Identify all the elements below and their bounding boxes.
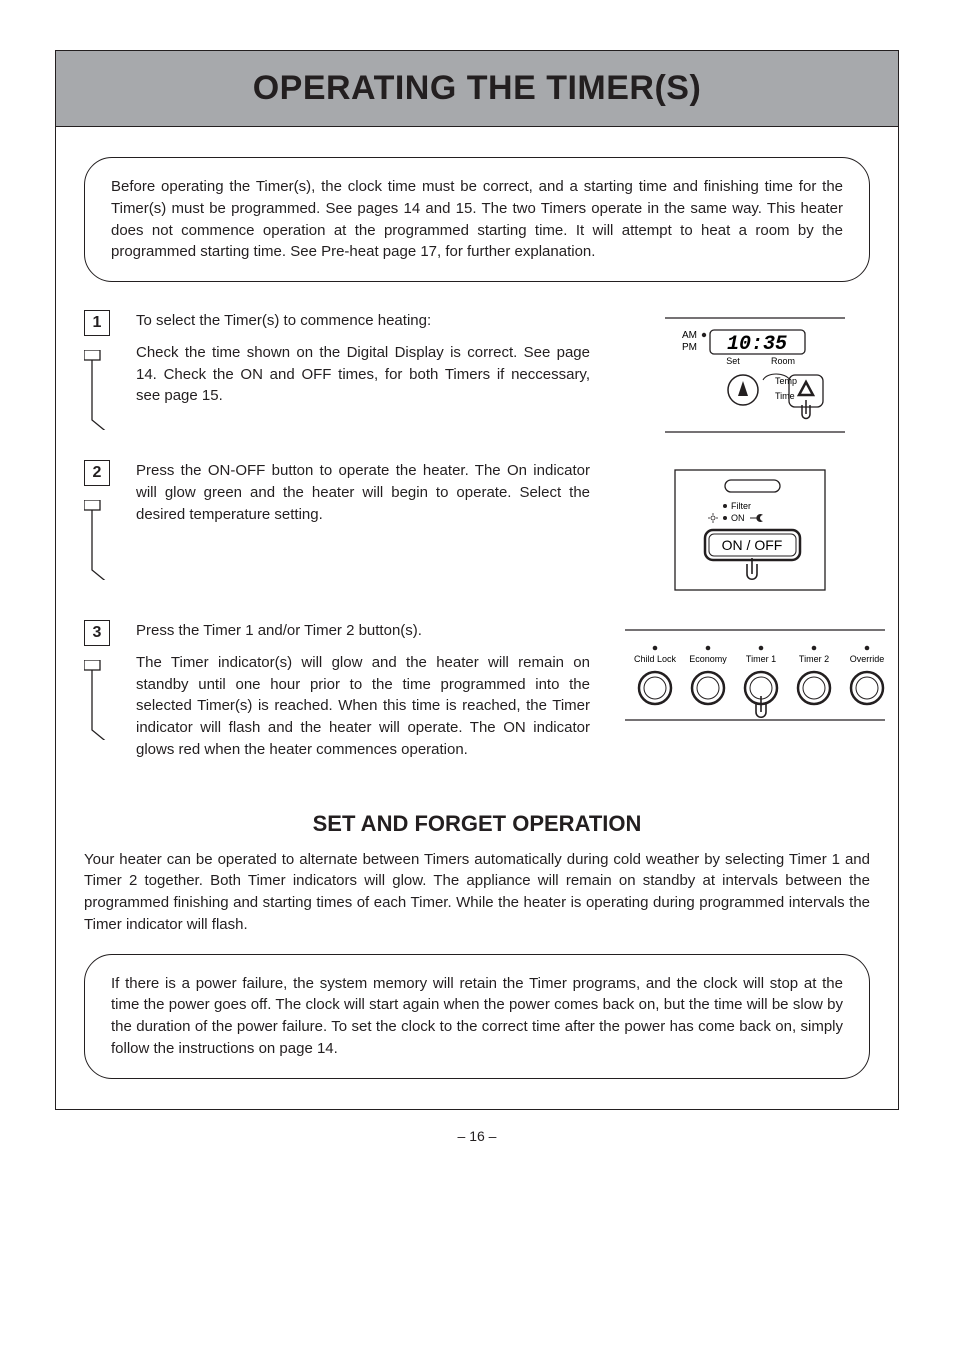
time-value: 10:35 xyxy=(727,333,787,356)
up-arrow-icon xyxy=(799,382,813,395)
hand-pointer-icon xyxy=(802,400,810,419)
set-and-forget-text: Your heater can be operated to alternate… xyxy=(84,849,870,936)
indicator-dot-icon xyxy=(706,646,711,651)
figure-digital-display: AM PM 10:35 Set Room xyxy=(620,310,870,440)
step-1-p2: Check the time shown on the Digital Disp… xyxy=(136,342,590,407)
btn-label-economy: Economy xyxy=(689,654,727,664)
step-text: Press the Timer 1 and/or Timer 2 button(… xyxy=(136,620,590,771)
callout-corner-icon xyxy=(84,500,120,580)
power-failure-text: If there is a power failure, the system … xyxy=(111,975,843,1057)
step-3: 3 Press the Timer 1 and/or Timer 2 butto… xyxy=(84,620,870,785)
moon-icon xyxy=(756,514,763,522)
dial-pointer-icon xyxy=(738,381,748,396)
callout-corner-icon xyxy=(84,350,120,430)
filter-dot-icon xyxy=(723,504,727,508)
content-area: Before operating the Timer(s), the clock… xyxy=(56,127,898,1109)
step-3-p1: Press the Timer 1 and/or Timer 2 button(… xyxy=(136,620,590,642)
btn-label-childlock: Child Lock xyxy=(634,654,677,664)
step-number: 2 xyxy=(84,460,110,486)
step-3-p2: The Timer indicator(s) will glow and the… xyxy=(136,652,590,761)
indicator-dot-icon xyxy=(759,646,764,651)
room-label: Room xyxy=(771,356,795,366)
page-title: OPERATING THE TIMER(S) xyxy=(66,69,888,108)
sun-icon xyxy=(708,513,718,523)
on-label: ON xyxy=(731,513,745,523)
temp-label: Temp xyxy=(775,376,797,386)
vent-slot-icon xyxy=(725,480,780,492)
am-dot-icon xyxy=(702,333,706,337)
step-number: 1 xyxy=(84,310,110,336)
step-text: To select the Timer(s) to commence heati… xyxy=(136,310,590,417)
indicator-dot-icon xyxy=(812,646,817,651)
title-band: OPERATING THE TIMER(S) xyxy=(56,51,898,127)
on-dot-icon xyxy=(723,516,727,520)
onoff-label: ON / OFF xyxy=(722,537,783,553)
set-label: Set xyxy=(726,356,740,366)
power-failure-callout: If there is a power failure, the system … xyxy=(84,954,870,1079)
indicator-dot-icon xyxy=(653,646,658,651)
btn-label-timer1: Timer 1 xyxy=(746,654,776,664)
button-row: Child Lock Economy xyxy=(634,646,884,718)
step-number: 3 xyxy=(84,620,110,646)
steps-list: 1 To select the Timer(s) to commence hea… xyxy=(84,310,870,785)
intro-callout: Before operating the Timer(s), the clock… xyxy=(84,157,870,282)
figure-timer-buttons: Child Lock Economy xyxy=(620,620,870,740)
page: OPERATING THE TIMER(S) Before operating … xyxy=(0,0,954,1349)
filter-label: Filter xyxy=(731,501,751,511)
pm-label: PM xyxy=(682,342,697,353)
callout-corner-icon xyxy=(84,660,120,740)
indicator-dot-icon xyxy=(865,646,870,651)
step-1: 1 To select the Timer(s) to commence hea… xyxy=(84,310,870,454)
am-label: AM xyxy=(682,330,697,341)
set-and-forget-title: SET AND FORGET OPERATION xyxy=(84,811,870,837)
hand-pointer-icon xyxy=(756,696,766,717)
page-number: – 16 – xyxy=(55,1128,899,1144)
outer-frame: OPERATING THE TIMER(S) Before operating … xyxy=(55,50,899,1110)
figure-onoff-button: Filter ON xyxy=(620,460,870,600)
btn-label-timer2: Timer 2 xyxy=(799,654,829,664)
step-1-p1: To select the Timer(s) to commence heati… xyxy=(136,310,590,332)
step-text: Press the ON-OFF button to operate the h… xyxy=(136,460,590,535)
step-2-p1: Press the ON-OFF button to operate the h… xyxy=(136,460,590,525)
intro-text: Before operating the Timer(s), the clock… xyxy=(111,178,843,260)
btn-label-override: Override xyxy=(850,654,885,664)
step-2: 2 Press the ON-OFF button to operate the… xyxy=(84,460,870,614)
time-dial-label: Time xyxy=(775,391,795,401)
